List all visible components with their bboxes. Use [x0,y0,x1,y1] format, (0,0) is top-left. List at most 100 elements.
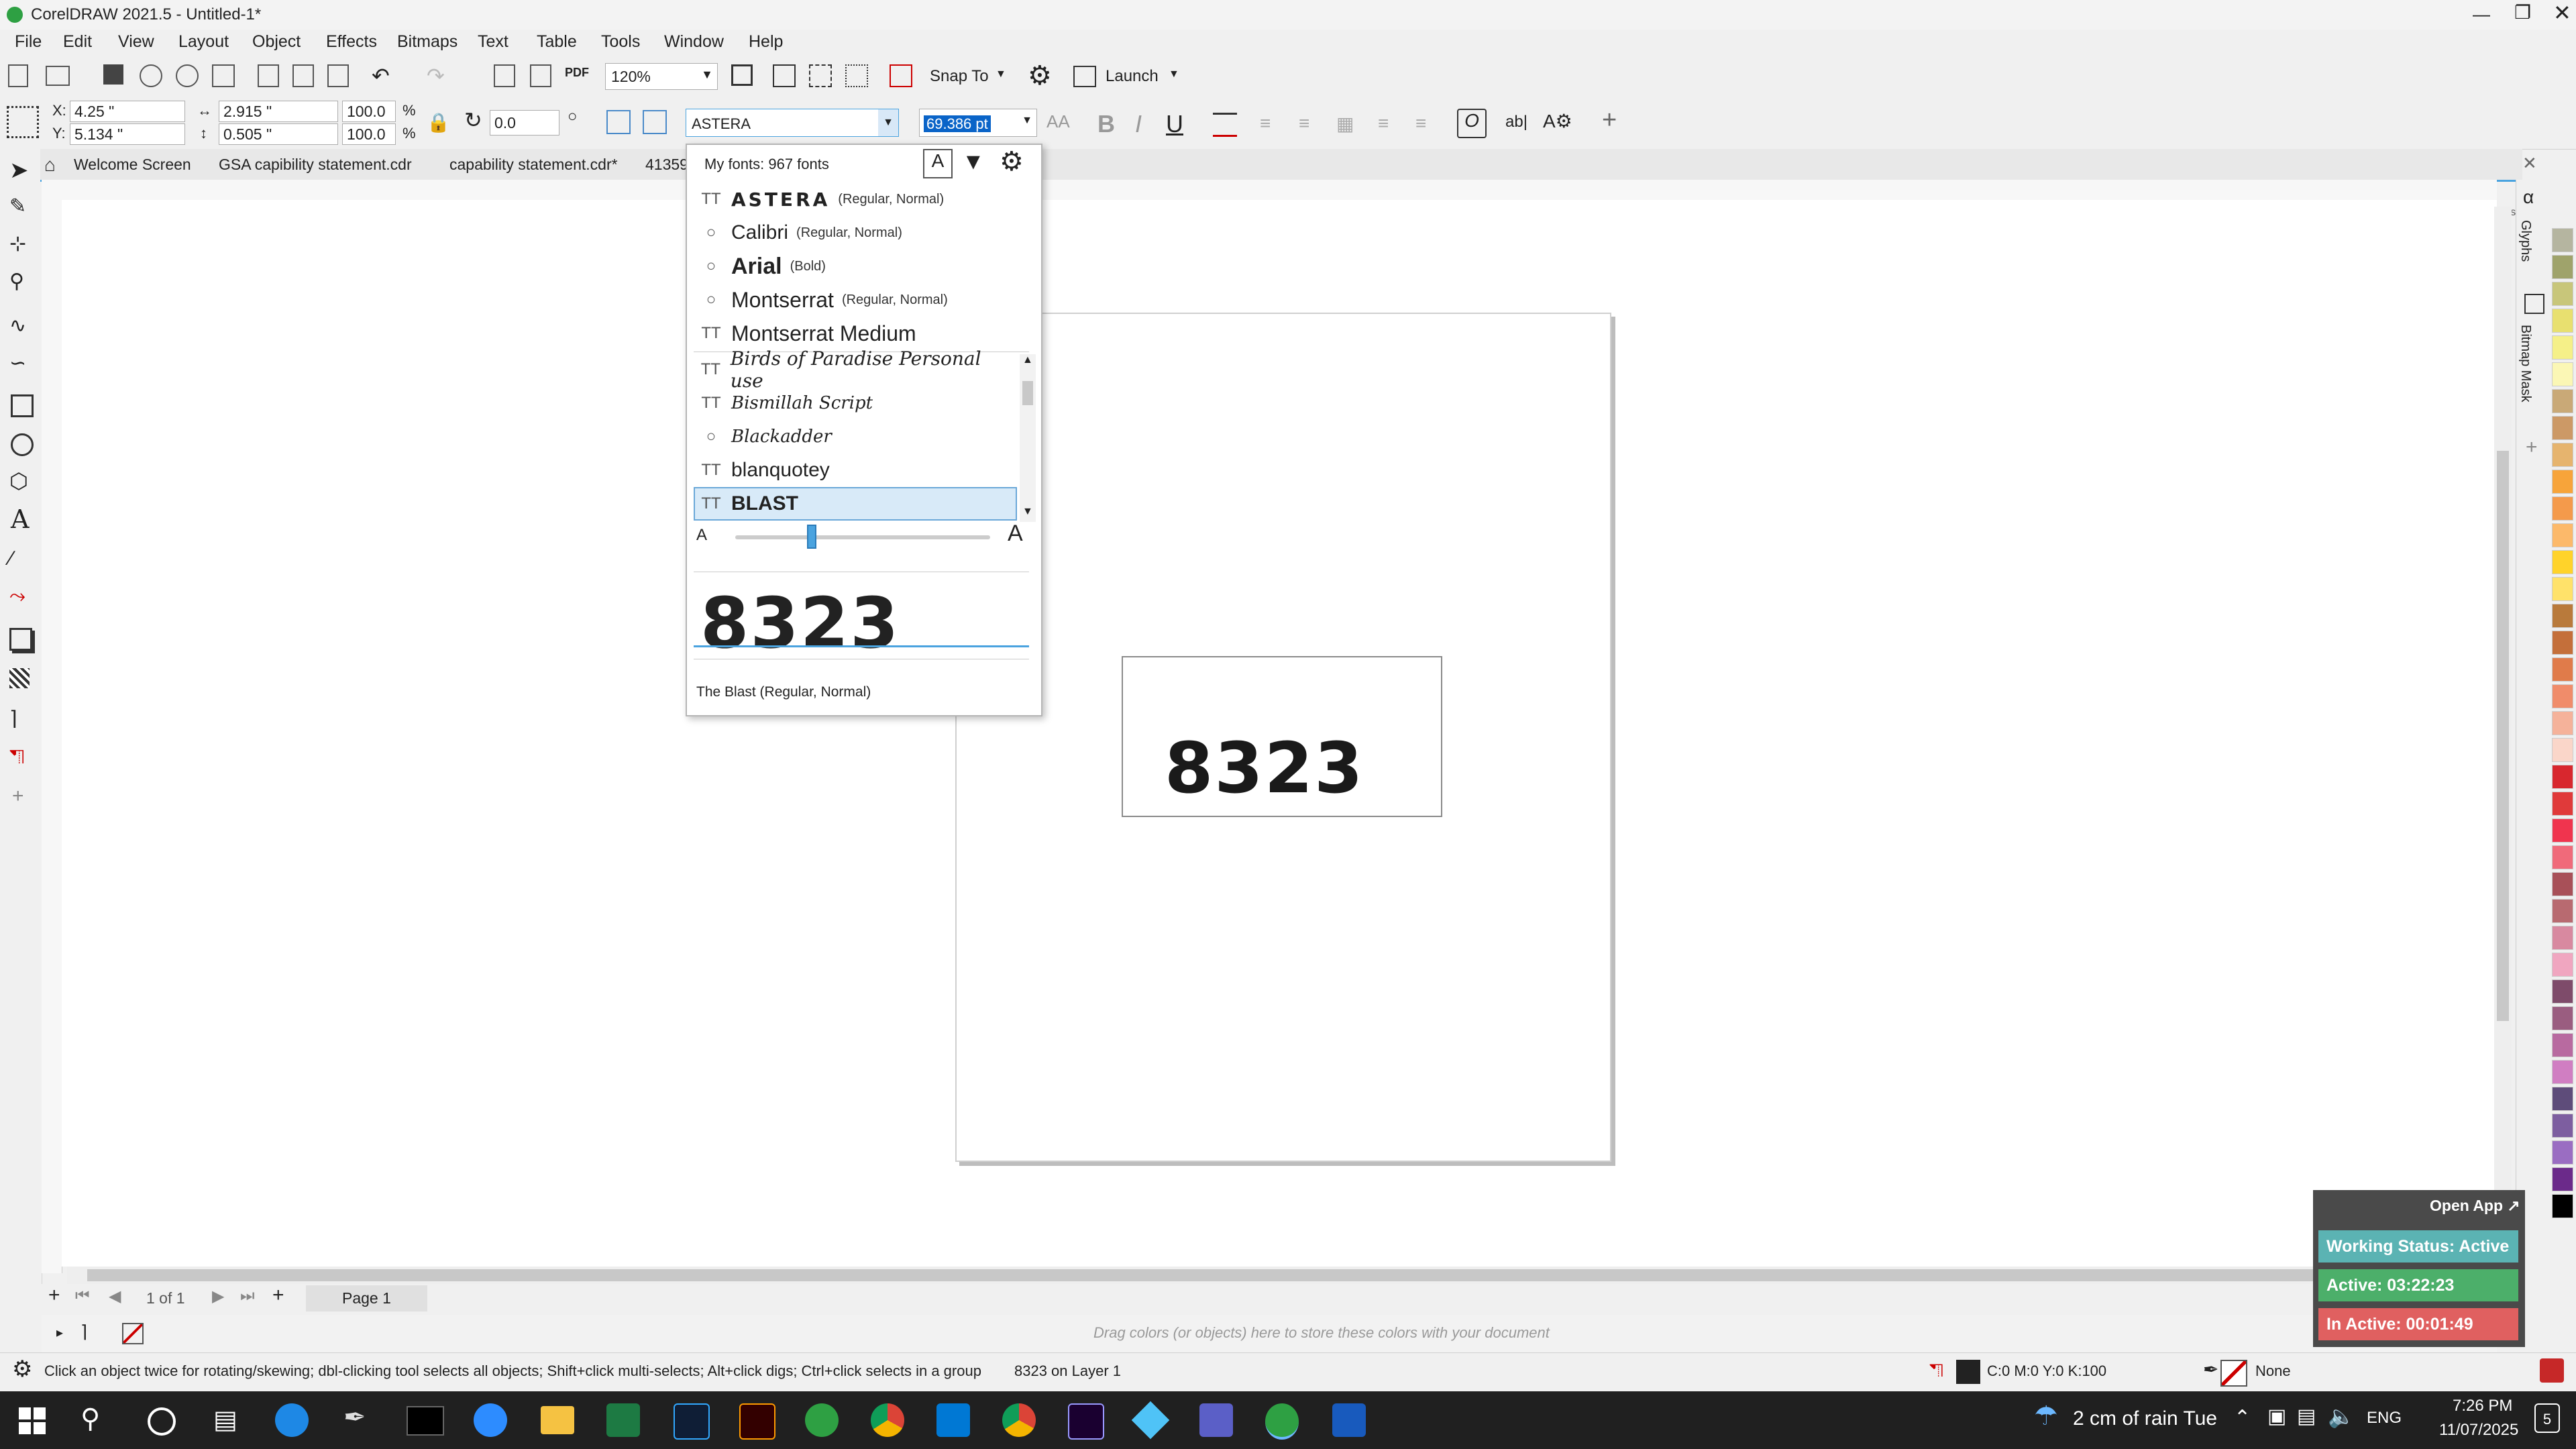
palette-swatch[interactable] [2552,255,2573,279]
search-icon[interactable]: ⚲ [80,1403,100,1434]
vertical-scroll-thumb[interactable] [2497,451,2509,1021]
drop-shadow-icon[interactable] [9,628,32,651]
zoom-level-field[interactable]: 120% ▼ [605,63,718,90]
rotation-field[interactable]: 0.0 [490,110,559,136]
start-windows-icon[interactable] [19,1407,46,1434]
palette-swatch[interactable] [2552,496,2573,521]
palette-swatch[interactable] [2552,550,2573,574]
zoom-app-icon[interactable] [474,1403,507,1437]
filter-icon[interactable]: ▼ [962,149,985,175]
print-icon[interactable] [212,64,235,87]
crop-tool-icon[interactable]: ⊹ [9,232,26,256]
menu-text[interactable]: Text [478,32,508,52]
font-item-blast[interactable]: TT BLAST [694,487,1017,521]
palette-swatch[interactable] [2552,443,2573,467]
font-item-montserrat-medium[interactable]: TT Montserrat Medium [700,317,1022,350]
palette-swatch[interactable] [2552,362,2573,386]
interactive-fill-icon[interactable]: ⛠ [9,746,25,771]
connector-tool-icon[interactable]: ⤳ [9,585,25,608]
menu-file[interactable]: File [15,32,42,52]
bullet-list-icon[interactable]: ≡ [1260,113,1271,134]
snap-to-button[interactable]: Snap To [930,67,989,86]
parallel-dimension-icon[interactable]: ∕ [9,547,13,570]
premiere-icon[interactable] [1068,1403,1104,1440]
teams-icon[interactable] [1199,1403,1233,1437]
polygon-tool-icon[interactable]: ⬡ [9,468,28,494]
palette-swatch[interactable] [2552,577,2573,601]
tab-gsa-capibility-statement[interactable]: GSA capibility statement.cdr [219,156,412,174]
bold-icon[interactable]: B [1097,110,1115,138]
font-list-scrollbar[interactable]: ▲ ▼ [1020,354,1036,522]
palette-swatch[interactable] [2552,335,2573,360]
paste-icon[interactable] [327,64,349,87]
language-indicator[interactable]: ENG [2367,1409,2402,1428]
menu-view[interactable]: View [118,32,154,52]
chrome-icon[interactable] [871,1403,904,1437]
freehand-tool-icon[interactable]: ∿ [9,314,26,337]
palette-swatch[interactable] [2552,765,2573,789]
weather-icon[interactable]: ☂ [2034,1401,2058,1432]
menu-effects[interactable]: Effects [326,32,377,52]
tab-capability-statement[interactable]: capability statement.cdr* [449,156,618,174]
palette-swatch[interactable] [2552,309,2573,333]
new-document-icon[interactable] [8,64,28,87]
photoshop-icon[interactable] [674,1403,710,1440]
scale-height-field[interactable]: 100.0 [342,123,396,145]
palette-swatch[interactable] [2552,738,2573,762]
meet-now-icon[interactable]: ▣ [2267,1405,2286,1428]
word-icon[interactable] [1332,1403,1366,1437]
color-palette[interactable] [2549,228,2576,1288]
edge-icon[interactable] [275,1403,309,1437]
vertical-scrollbar[interactable] [2494,207,2512,1267]
menu-object[interactable]: Object [252,32,301,52]
font-list-scroll-thumb[interactable] [1022,381,1033,405]
palette-swatch[interactable] [2552,1060,2573,1084]
y-position-field[interactable]: 5.134 " [70,123,185,145]
home-icon[interactable]: ⌂ [44,154,56,176]
task-view-icon[interactable]: ▤ [213,1405,237,1435]
palette-swatch[interactable] [2552,1140,2573,1165]
italic-icon[interactable]: I [1135,110,1142,138]
add-tool-icon[interactable]: + [12,785,24,808]
horizontal-scrollbar[interactable] [67,1267,2375,1284]
palette-swatch[interactable] [2552,845,2573,869]
chrome-profile-icon[interactable] [1002,1403,1036,1437]
font-list-chevron-icon[interactable]: ▼ [878,109,898,136]
menu-bitmaps[interactable]: Bitmaps [397,32,458,52]
show-hidden-icons-icon[interactable]: ⌃ [2234,1406,2251,1430]
cloud-download-icon[interactable] [176,64,199,87]
add-docker-icon[interactable]: + [2526,436,2538,459]
eyedropper-tool-icon[interactable]: ⌉ [9,707,17,731]
horizontal-ruler[interactable]: inches [42,180,2516,218]
horizontal-scroll-thumb[interactable] [87,1269,2355,1281]
add-icon[interactable]: + [1602,106,1617,135]
export-icon[interactable] [530,64,551,87]
vertical-ruler[interactable] [42,200,62,1273]
redo-icon[interactable]: ↷ [427,63,451,88]
scroll-down-icon[interactable]: ▼ [1022,506,1033,518]
font-item-bismillah-script[interactable]: TT Bismillah Script [700,386,1009,420]
palette-swatch[interactable] [2552,282,2573,306]
palette-swatch[interactable] [2552,631,2573,655]
font-item-arial[interactable]: ○ Arial (Bold) [700,250,1022,283]
palette-swatch[interactable] [2552,792,2573,816]
font-list-box[interactable]: ASTERA ▼ [686,109,899,137]
menu-window[interactable]: Window [664,32,724,52]
preview-size-slider-thumb[interactable] [807,525,816,549]
full-screen-preview-icon[interactable] [731,64,753,86]
close-icon[interactable]: ✕ [2553,0,2571,25]
x-position-field[interactable]: 4.25 " [70,101,185,122]
volume-icon[interactable]: 🔈 [2328,1403,2355,1429]
glyphs-panel-icon[interactable]: α [2523,186,2534,208]
edit-text-icon[interactable]: ab| [1505,113,1527,131]
minimize-icon[interactable]: — [2473,4,2490,25]
palette-swatch[interactable] [2552,899,2573,923]
font-item-birds-of-paradise[interactable]: TT Birds of Paradise Personal use [700,347,1009,392]
palette-swatch[interactable] [2552,657,2573,682]
palette-swatch[interactable] [2552,872,2573,896]
show-guidelines-icon[interactable] [845,64,868,87]
network-icon[interactable]: ▤ [2297,1405,2316,1428]
scale-width-field[interactable]: 100.0 [342,101,396,122]
excel-icon[interactable] [606,1403,640,1437]
menu-tools[interactable]: Tools [601,32,640,52]
